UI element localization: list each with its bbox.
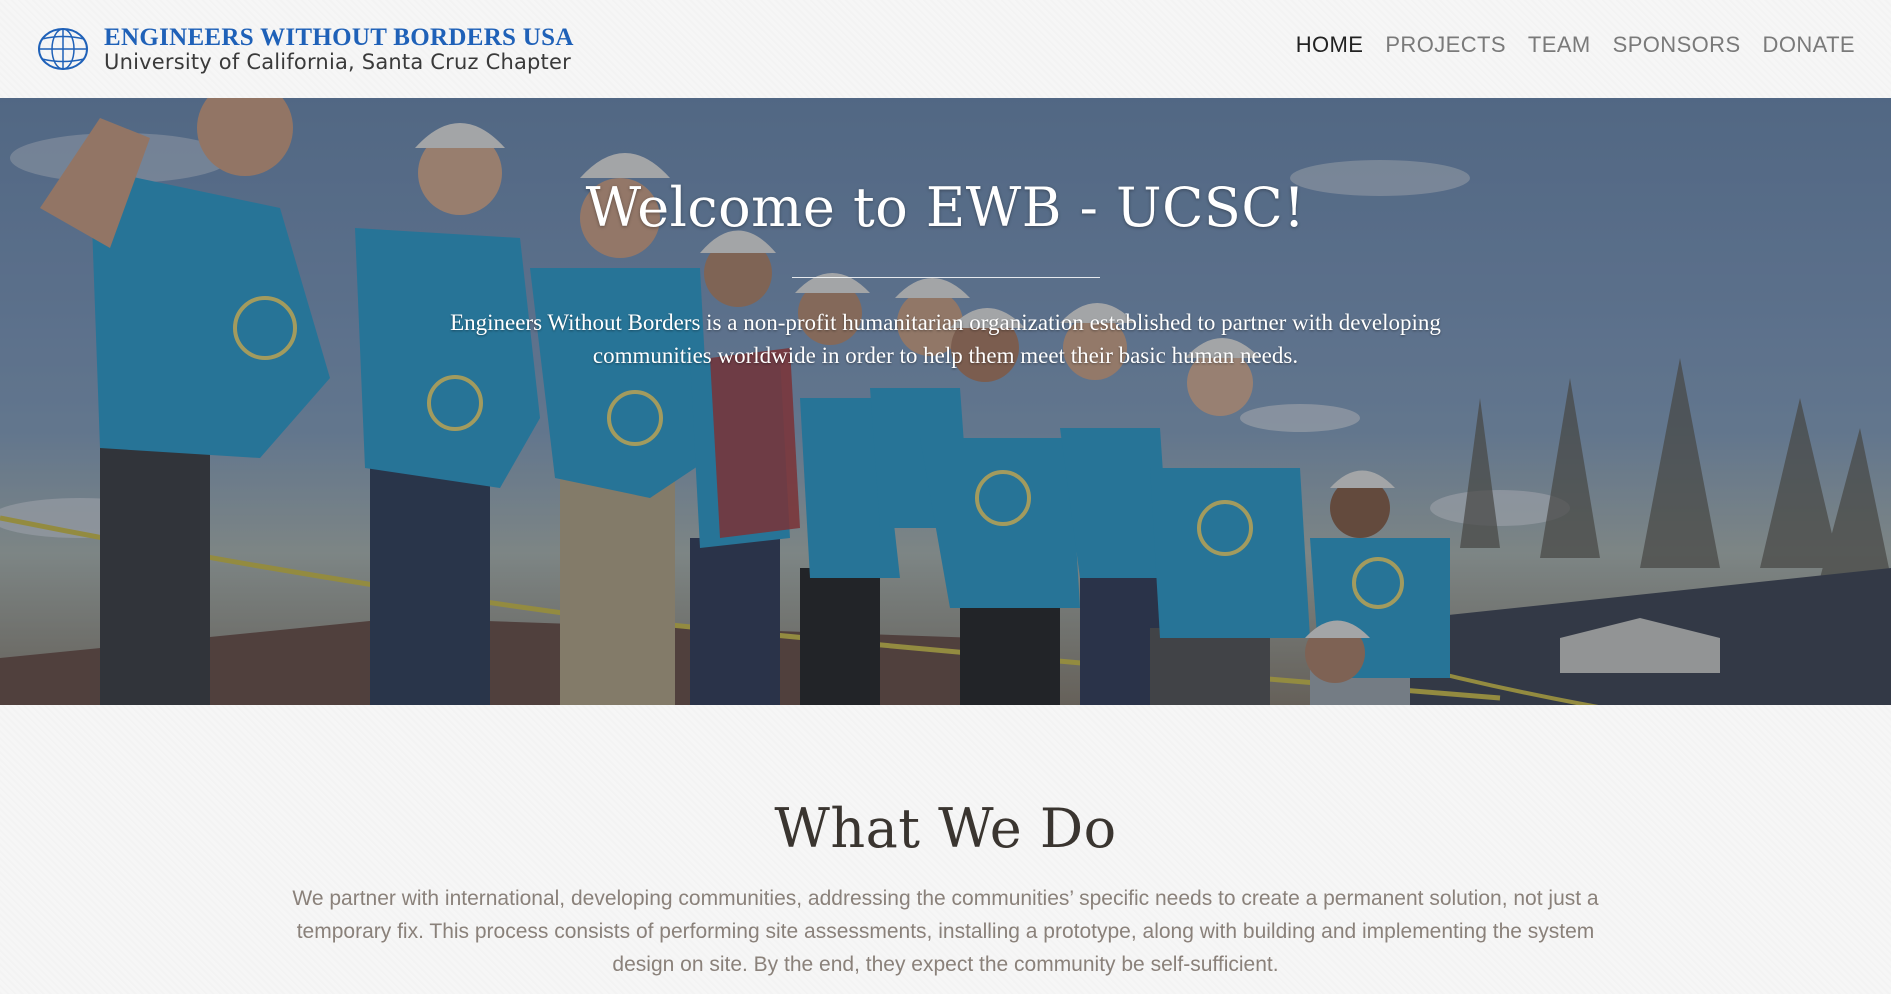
nav-sponsors[interactable]: SPONSORS bbox=[1613, 32, 1741, 58]
main-nav: HOME PROJECTS TEAM SPONSORS DONATE bbox=[1296, 32, 1855, 58]
site-header: ENGINEERS WITHOUT BORDERS USA University… bbox=[0, 0, 1891, 98]
brand-logo-link[interactable]: ENGINEERS WITHOUT BORDERS USA University… bbox=[36, 25, 574, 73]
org-title: ENGINEERS WITHOUT BORDERS USA bbox=[104, 24, 574, 51]
hero-content: Welcome to EWB - UCSC! Engineers Without… bbox=[0, 98, 1891, 372]
nav-donate[interactable]: DONATE bbox=[1763, 32, 1855, 58]
hero-title: Welcome to EWB - UCSC! bbox=[585, 176, 1306, 239]
nav-projects[interactable]: PROJECTS bbox=[1385, 32, 1506, 58]
section-title: What We Do bbox=[774, 797, 1117, 860]
section-text: We partner with international, developin… bbox=[292, 887, 1599, 976]
hero-description: Engineers Without Borders is a non-profi… bbox=[450, 310, 1441, 368]
hero-divider bbox=[791, 277, 1100, 278]
globe-icon bbox=[38, 28, 88, 70]
nav-home[interactable]: HOME bbox=[1296, 32, 1364, 58]
nav-team[interactable]: TEAM bbox=[1528, 32, 1591, 58]
hero-banner: Welcome to EWB - UCSC! Engineers Without… bbox=[0, 98, 1891, 705]
what-we-do-section: What We Do We partner with international… bbox=[0, 705, 1891, 994]
org-subtitle: University of California, Santa Cruz Cha… bbox=[104, 50, 571, 74]
